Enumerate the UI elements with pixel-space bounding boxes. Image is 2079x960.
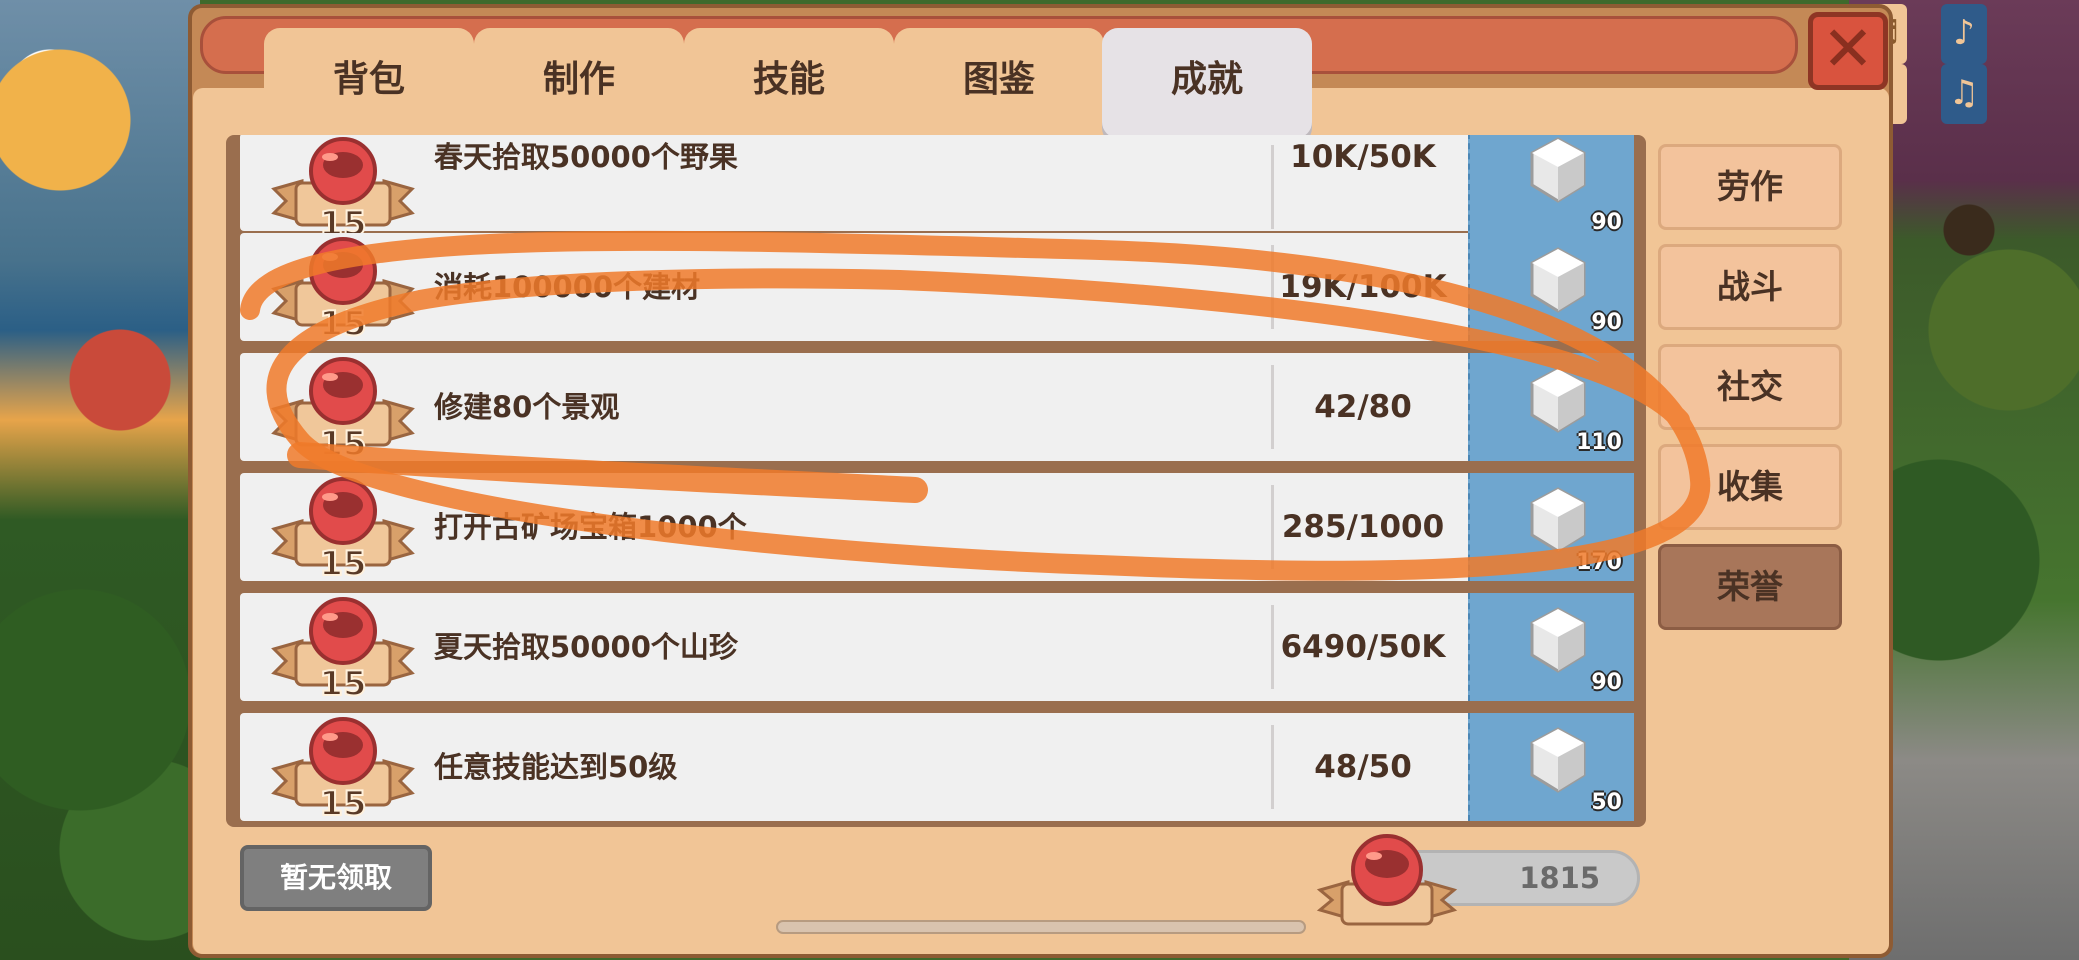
achievement-progress: 42/80: [1314, 389, 1412, 425]
silver-gem-icon: [1530, 137, 1586, 203]
tab-crafting[interactable]: 制作: [474, 28, 684, 138]
category-social-button[interactable]: 社交: [1658, 344, 1842, 430]
medal-icon: 15: [271, 597, 415, 701]
achievement-description: 任意技能达到50级: [434, 750, 678, 784]
medal-icon: 15: [271, 137, 415, 241]
medal-level: 15: [319, 424, 366, 461]
reward-amount: 90: [1591, 670, 1622, 695]
silver-gem-icon: [1530, 487, 1586, 553]
medal-icon: 15: [271, 237, 415, 341]
tab-achievements[interactable]: 成就: [1102, 28, 1312, 138]
scrollbar-handle[interactable]: [776, 920, 1306, 934]
tab-label: 图鉴: [962, 59, 1035, 100]
reward-slot[interactable]: 90: [1468, 593, 1634, 701]
reward-slot[interactable]: 90: [1468, 135, 1634, 241]
tab-label: 成就: [1170, 59, 1243, 100]
reward-slot[interactable]: 110: [1468, 353, 1634, 461]
achievement-progress: 6490/50K: [1280, 629, 1446, 665]
music-note-icon: ♫: [1941, 64, 1987, 124]
achievement-description: 消耗100000个建材: [434, 270, 701, 304]
tab-label: 制作: [542, 59, 615, 100]
achievement-row: 15 消耗100000个建材 19K/100K 90: [240, 233, 1634, 341]
game-scene-left: [0, 0, 200, 960]
reward-slot[interactable]: 50: [1468, 713, 1634, 821]
close-button[interactable]: ✕: [1808, 12, 1888, 90]
music-note-icon: ♪: [1941, 4, 1987, 64]
category-label: 荣誉: [1717, 567, 1783, 606]
category-collect-button[interactable]: 收集: [1658, 444, 1842, 530]
medal-level: 15: [319, 784, 366, 821]
achievement-row: 15 修建80个景观 42/80 110: [240, 353, 1634, 461]
achievement-description: 春天拾取50000个野果: [434, 140, 738, 174]
medal-level: 15: [319, 544, 366, 581]
medal-icon: [1316, 834, 1458, 926]
tab-label: 技能: [752, 59, 825, 100]
achievement-row: 15 春天拾取50000个野果 10K/50K 90: [240, 135, 1634, 241]
achievement-row: 15 任意技能达到50级 48/50 50: [240, 713, 1634, 821]
reward-amount: 170: [1576, 550, 1622, 575]
category-label: 劳作: [1717, 167, 1783, 206]
close-icon: ✕: [1822, 12, 1874, 85]
reward-slot[interactable]: 90: [1468, 233, 1634, 341]
achievement-description: 修建80个景观: [434, 390, 620, 424]
main-tabs: 背包 制作 技能 图鉴 成就: [264, 28, 1312, 138]
reward-amount: 50: [1591, 790, 1622, 815]
medal-level: 15: [319, 304, 366, 341]
claim-button-label: 暂无领取: [279, 861, 392, 894]
medal-level: 15: [319, 664, 366, 701]
reward-amount: 90: [1591, 310, 1622, 335]
category-labor-button[interactable]: 劳作: [1658, 144, 1842, 230]
category-label: 战斗: [1717, 267, 1783, 306]
claim-all-button[interactable]: 暂无领取: [240, 845, 432, 911]
achievement-row: 15 打开古矿场宝箱1000个 285/1000 170: [240, 473, 1634, 581]
medal-icon: 15: [271, 357, 415, 461]
reward-slot[interactable]: 170: [1468, 473, 1634, 581]
medal-icon: 15: [271, 717, 415, 821]
medal-icon: 15: [271, 477, 415, 581]
tab-codex[interactable]: 图鉴: [894, 28, 1104, 138]
achievement-row: 15 夏天拾取50000个山珍 6490/50K 90: [240, 593, 1634, 701]
reward-amount: 110: [1576, 430, 1622, 455]
achievement-progress: 10K/50K: [1290, 139, 1436, 175]
category-combat-button[interactable]: 战斗: [1658, 244, 1842, 330]
category-honor-button[interactable]: 荣誉: [1658, 544, 1842, 630]
silver-gem-icon: [1530, 607, 1586, 673]
achievement-description: 打开古矿场宝箱1000个: [434, 510, 747, 544]
achievement-description: 夏天拾取50000个山珍: [434, 630, 738, 664]
tab-backpack[interactable]: 背包: [264, 28, 474, 138]
achievement-list[interactable]: 15 春天拾取50000个野果 10K/50K 90 15 消耗100000个建材 19K/…: [226, 135, 1646, 827]
achievement-progress: 285/1000: [1281, 509, 1445, 545]
category-label: 收集: [1717, 467, 1783, 506]
tab-label: 背包: [332, 59, 405, 100]
reward-amount: 90: [1591, 210, 1622, 235]
category-label: 社交: [1717, 367, 1783, 406]
achievement-progress: 19K/100K: [1279, 269, 1447, 305]
silver-gem-icon: [1530, 367, 1586, 433]
tab-skills[interactable]: 技能: [684, 28, 894, 138]
total-points-value: 1815: [1519, 861, 1600, 895]
achievement-progress: 48/50: [1314, 749, 1412, 785]
silver-gem-icon: [1530, 247, 1586, 313]
silver-gem-icon: [1530, 727, 1586, 793]
